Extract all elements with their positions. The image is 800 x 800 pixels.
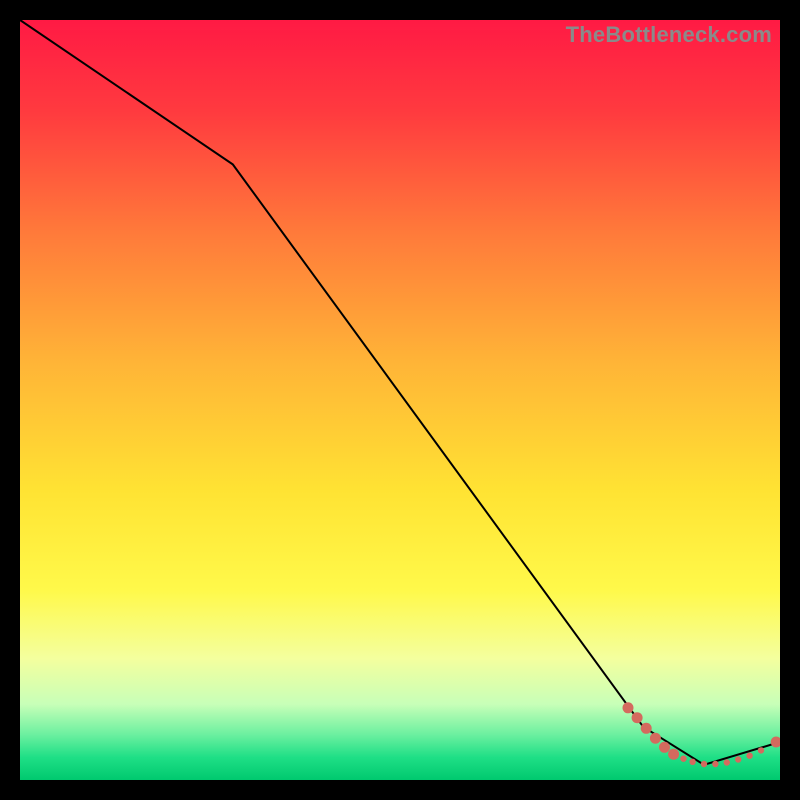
marker-point	[623, 702, 634, 713]
chart-canvas	[20, 20, 780, 780]
marker-point	[668, 749, 679, 760]
marker-point	[724, 759, 730, 765]
marker-point	[735, 756, 741, 762]
marker-point	[680, 756, 686, 762]
chart-frame: TheBottleneck.com	[20, 20, 780, 780]
marker-point	[641, 723, 652, 734]
marker-point	[758, 747, 764, 753]
marker-point	[689, 759, 695, 765]
chart-background	[20, 20, 780, 780]
marker-point	[632, 712, 643, 723]
marker-point	[712, 761, 718, 767]
marker-point	[701, 761, 707, 767]
marker-point	[659, 742, 670, 753]
marker-point	[746, 753, 752, 759]
marker-point	[650, 733, 661, 744]
watermark-text: TheBottleneck.com	[566, 22, 772, 48]
